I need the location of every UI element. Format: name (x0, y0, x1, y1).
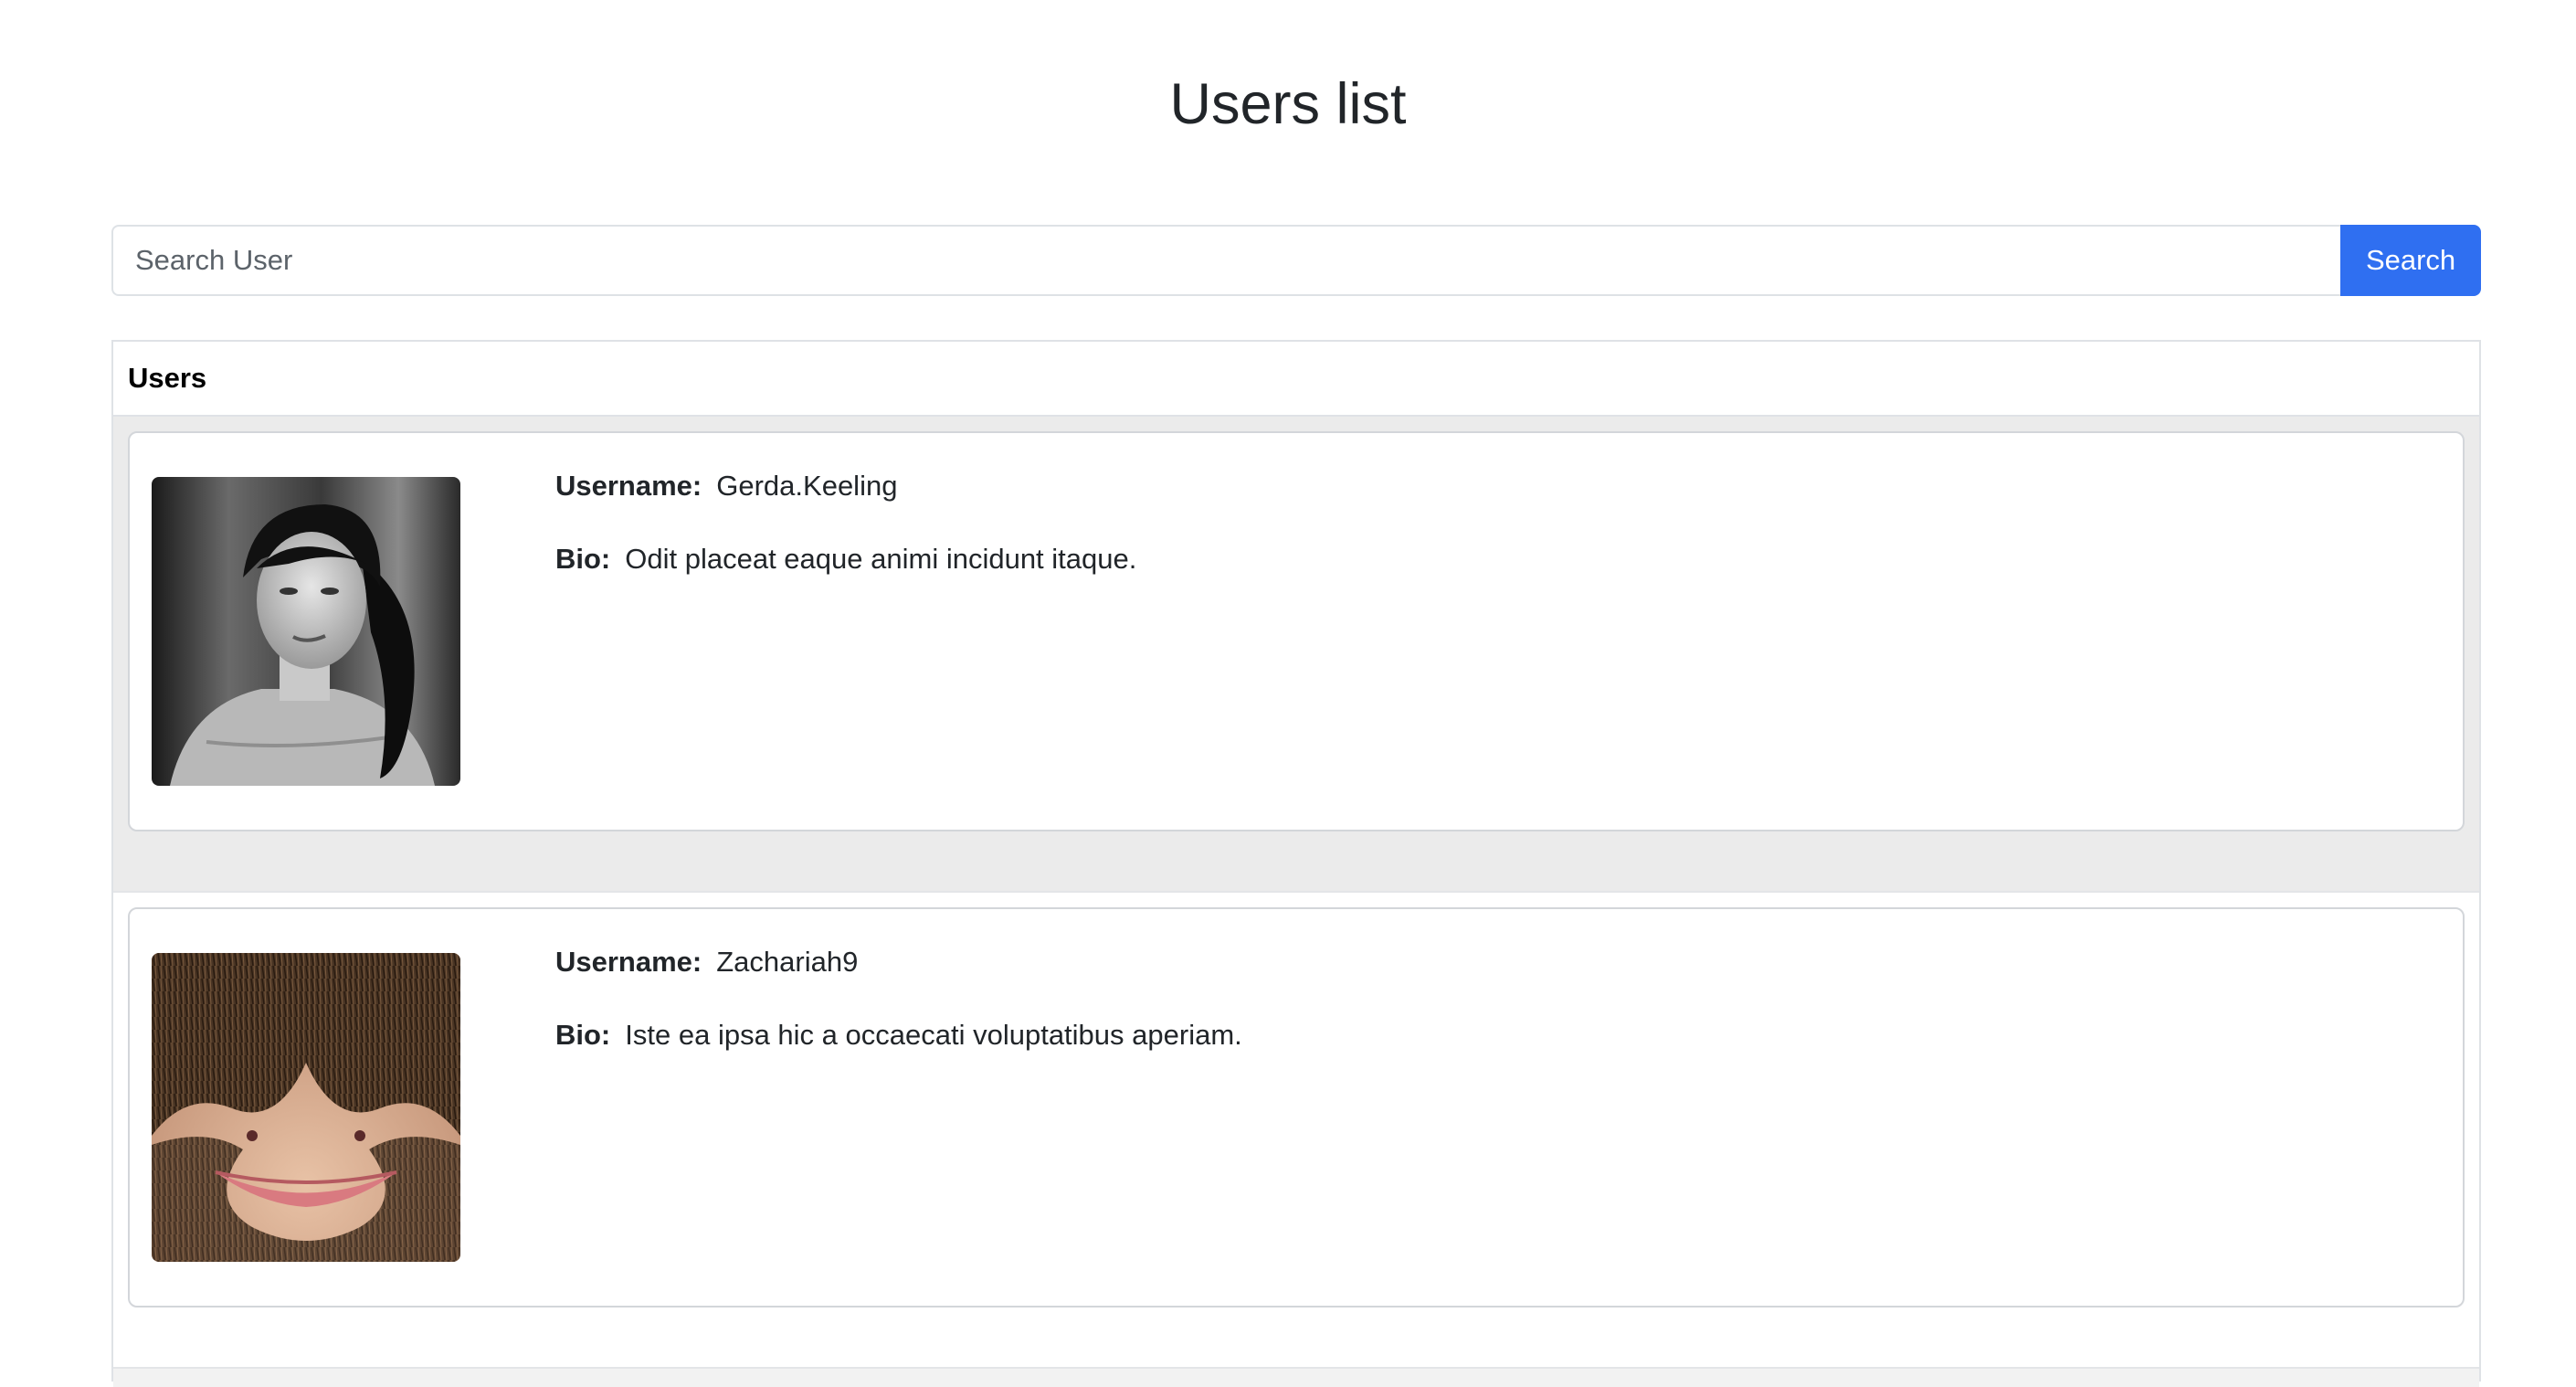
avatar (152, 477, 460, 786)
avatar (152, 953, 460, 1262)
woman-portrait-photo (152, 477, 460, 786)
username-label: Username: (555, 470, 702, 502)
next-list-item-edge (113, 1369, 2479, 1387)
bio-value: Odit placeat eaque animi incidunt itaque… (625, 543, 1137, 575)
users-panel-header: Users (113, 342, 2479, 417)
bio-value: Iste ea ipsa hic a occaecati voluptatibu… (625, 1019, 1242, 1051)
bio-label: Bio: (555, 543, 611, 575)
username-row: Username: Zachariah9 (555, 942, 1242, 982)
username-value: Gerda.Keeling (716, 470, 898, 502)
beard-face-photo (152, 953, 460, 1262)
user-info: Username: Gerda.Keeling Bio: Odit placeat … (555, 466, 1136, 612)
search-bar: Search (111, 225, 2481, 296)
bio-row: Bio: Odit placeat eaque animi incidunt it… (555, 539, 1136, 579)
list-item: Username: Gerda.Keeling Bio: Odit placeat … (113, 417, 2479, 893)
bio-label: Bio: (555, 1019, 611, 1051)
search-input[interactable] (111, 225, 2341, 296)
username-value: Zachariah9 (716, 946, 859, 978)
username-row: Username: Gerda.Keeling (555, 466, 1136, 506)
username-label: Username: (555, 946, 702, 978)
search-button[interactable]: Search (2340, 225, 2481, 296)
page-title: Users list (1169, 72, 1407, 136)
bio-row: Bio: Iste ea ipsa hic a occaecati volupta… (555, 1015, 1242, 1055)
user-info: Username: Zachariah9 Bio: Iste ea ipsa hic… (555, 942, 1242, 1088)
list-item: Username: Zachariah9 Bio: Iste ea ipsa hic… (113, 893, 2479, 1369)
user-card: Username: Gerda.Keeling Bio: Odit placeat … (128, 431, 2465, 831)
user-card: Username: Zachariah9 Bio: Iste ea ipsa hic… (128, 907, 2465, 1308)
users-panel: Users Username: Gerda.Keeling Bio: Odit … (111, 340, 2481, 1387)
